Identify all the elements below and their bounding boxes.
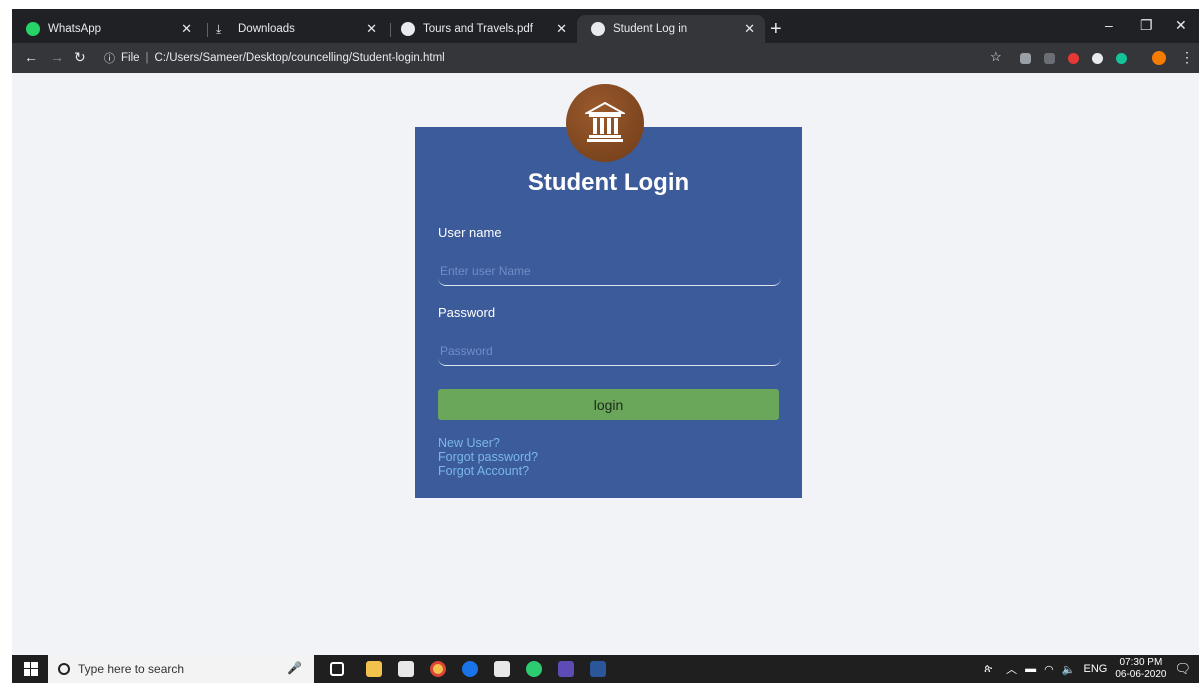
forgot-password-link[interactable]: Forgot password?: [438, 450, 538, 464]
close-icon[interactable]: ✕: [556, 21, 567, 37]
app-icon[interactable]: [558, 661, 574, 677]
download-icon: ⤓: [216, 22, 222, 36]
tab-tours-pdf[interactable]: Tours and Travels.pdf ✕: [387, 15, 577, 43]
reload-icon[interactable]: ↻: [74, 49, 86, 66]
clock[interactable]: 07:30 PM 06-06-2020: [1115, 657, 1166, 681]
extension-icon[interactable]: [1092, 53, 1103, 64]
url-text: C:/Users/Sameer/Desktop/councelling/Stud…: [154, 52, 445, 64]
chevron-up-icon[interactable]: ︿: [1006, 661, 1017, 677]
chrome-icon[interactable]: [430, 661, 446, 677]
store-icon[interactable]: [398, 661, 414, 677]
password-input[interactable]: [438, 336, 781, 366]
microphone-icon[interactable]: 🎤: [287, 661, 302, 675]
info-icon[interactable]: ⓘ: [104, 50, 115, 66]
tab-downloads[interactable]: ⤓ Downloads ✕: [202, 15, 387, 43]
globe-icon: [591, 22, 605, 36]
system-tray: ጵ ︿ ▬ ◠ 🔈 ENG 07:30 PM 06-06-2020 🗨: [984, 655, 1191, 683]
tab-title: Tours and Travels.pdf: [423, 23, 533, 35]
forward-icon[interactable]: →: [50, 49, 64, 65]
notepad-icon[interactable]: [494, 661, 510, 677]
login-button[interactable]: login: [438, 389, 779, 420]
teamviewer-icon[interactable]: [462, 661, 478, 677]
extension-icon[interactable]: [1044, 53, 1055, 64]
tab-title: Student Log in: [613, 23, 688, 35]
tab-whatsapp[interactable]: WhatsApp ✕: [12, 15, 202, 43]
screen: WhatsApp ✕ ⤓ Downloads ✕ Tours and Trave…: [12, 9, 1199, 683]
language-indicator[interactable]: ENG: [1083, 663, 1107, 675]
forgot-account-link[interactable]: Forgot Account?: [438, 464, 529, 478]
search-placeholder: Type here to search: [78, 662, 185, 676]
wifi-icon[interactable]: ◠: [1044, 663, 1054, 676]
battery-icon[interactable]: ▬: [1025, 663, 1036, 675]
close-icon[interactable]: ✕: [366, 21, 377, 37]
tab-title: WhatsApp: [48, 23, 102, 35]
task-view-icon[interactable]: [330, 662, 344, 676]
extension-icon[interactable]: [1020, 53, 1031, 64]
taskbar-search[interactable]: Type here to search 🎤: [48, 655, 314, 683]
clock-date: 06-06-2020: [1115, 669, 1167, 680]
page-title: Student Login: [527, 169, 690, 196]
new-user-link[interactable]: New User?: [438, 436, 500, 450]
divider: |: [145, 52, 149, 64]
bookmark-star-icon[interactable]: ☆: [990, 49, 1002, 65]
building-icon: [585, 101, 625, 142]
whatsapp-icon: [26, 22, 40, 36]
app-icon[interactable]: [526, 661, 542, 677]
new-tab-button[interactable]: +: [770, 18, 782, 41]
globe-icon: [401, 22, 415, 36]
password-label: Password: [438, 305, 496, 320]
people-icon[interactable]: ጵ: [984, 663, 992, 676]
minimize-icon[interactable]: –: [1105, 17, 1113, 33]
toolbar: ← → ↻ ⓘ File | C:/Users/Sameer/Desktop/c…: [12, 43, 1199, 73]
file-explorer-icon[interactable]: [366, 661, 382, 677]
tab-title: Downloads: [238, 23, 295, 35]
windows-start-icon[interactable]: [24, 662, 38, 676]
extension-icon[interactable]: [1068, 53, 1079, 64]
page: Student Login User name Password login N…: [12, 73, 1199, 655]
scheme-label: File: [121, 52, 140, 64]
volume-icon[interactable]: 🔈: [1062, 663, 1076, 676]
menu-icon[interactable]: ⋮: [1180, 49, 1194, 66]
address-bar[interactable]: ⓘ File | C:/Users/Sameer/Desktop/councel…: [102, 47, 982, 69]
tab-student-login[interactable]: Student Log in ✕: [577, 15, 765, 43]
word-icon[interactable]: [590, 661, 606, 677]
avatar[interactable]: [1152, 51, 1166, 65]
username-label: User name: [438, 225, 502, 240]
grammarly-icon[interactable]: [1116, 53, 1127, 64]
close-icon[interactable]: ✕: [181, 21, 192, 37]
clock-time: 07:30 PM: [1119, 657, 1163, 668]
restore-icon[interactable]: ❐: [1140, 17, 1153, 34]
back-icon[interactable]: ←: [24, 49, 38, 65]
notification-icon[interactable]: 🗨: [1174, 661, 1191, 677]
close-window-icon[interactable]: ✕: [1175, 17, 1187, 34]
institution-logo: [566, 84, 644, 162]
close-icon[interactable]: ✕: [744, 21, 755, 37]
tab-strip: WhatsApp ✕ ⤓ Downloads ✕ Tours and Trave…: [12, 9, 1199, 43]
taskbar: Type here to search 🎤 ጵ ︿ ▬ ◠ 🔈 ENG 07:3…: [12, 655, 1199, 683]
username-input[interactable]: [438, 256, 781, 286]
cortana-icon: [58, 663, 70, 675]
